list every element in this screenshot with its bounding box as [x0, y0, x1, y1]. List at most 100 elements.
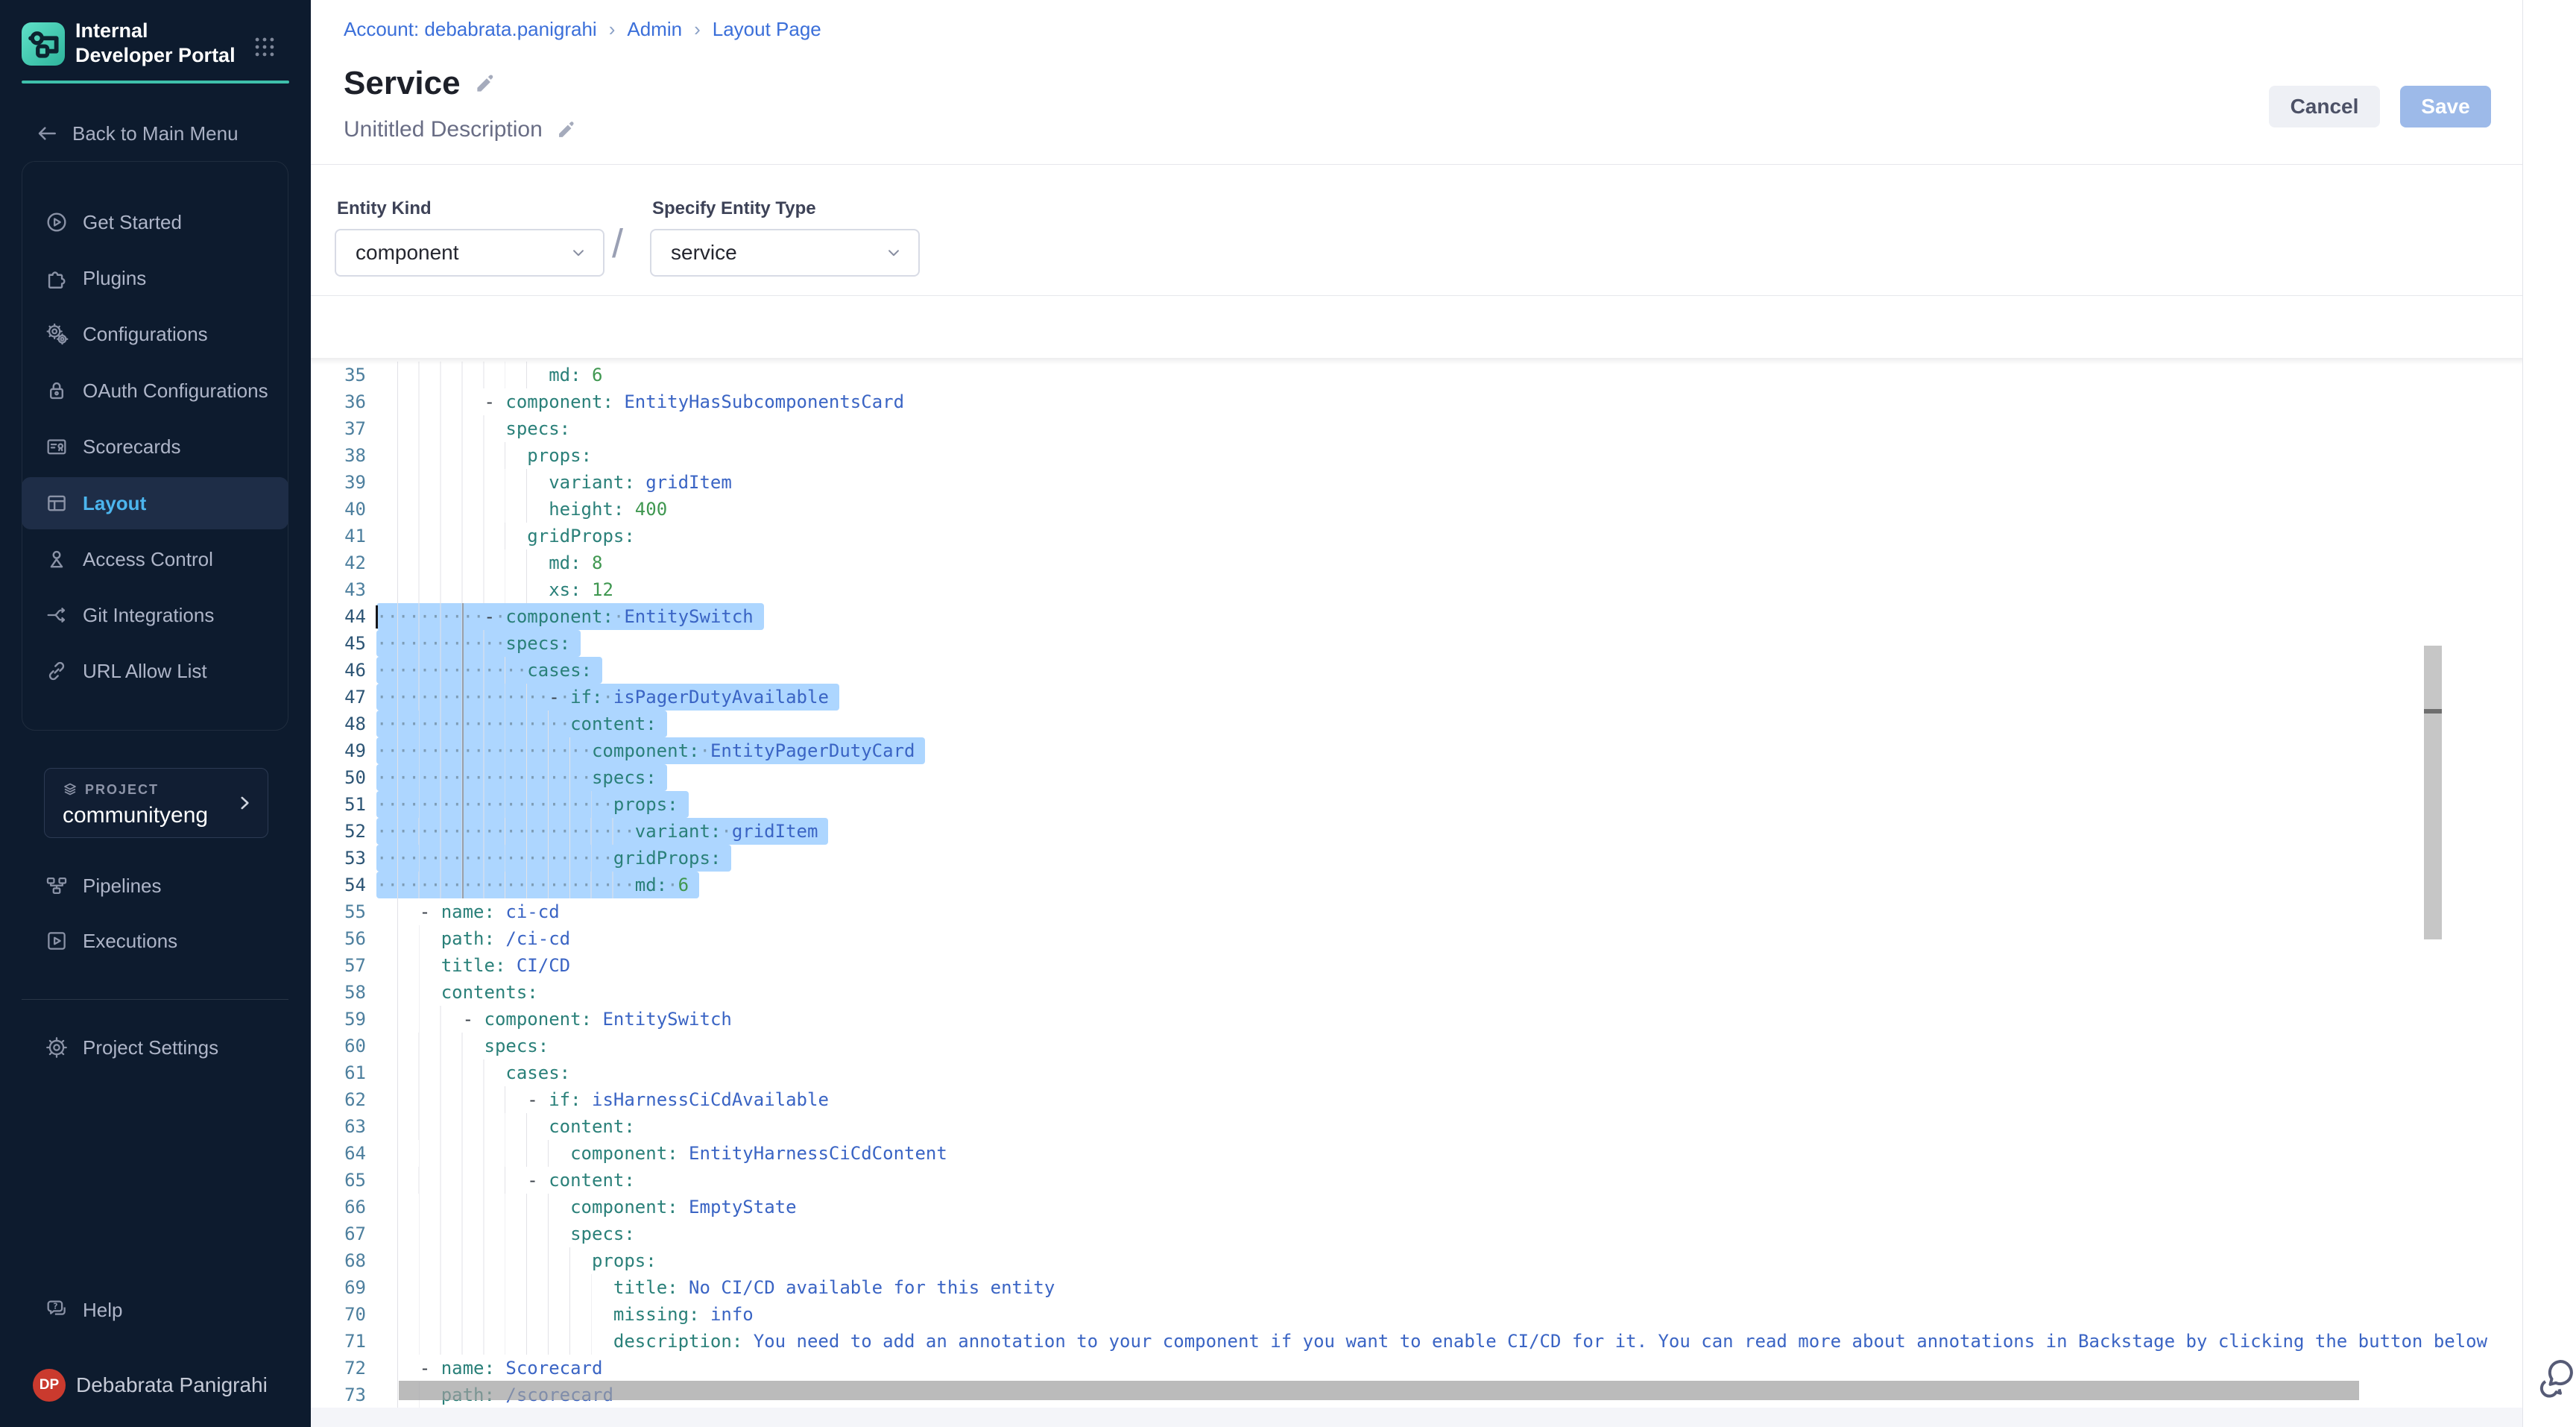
code-line[interactable]: 52························variant:·gridI…: [311, 818, 2522, 845]
edit-description-icon[interactable]: [556, 119, 577, 140]
line-number: 37: [311, 415, 366, 442]
lock-icon: [44, 378, 69, 403]
sidebar-item-label: Get Started: [83, 211, 182, 234]
code-line[interactable]: 43 xs: 12: [311, 576, 2522, 603]
sidebar-item-label: Layout: [83, 492, 146, 515]
sidebar-item-pipelines[interactable]: Pipelines: [22, 858, 288, 913]
code-line[interactable]: 61 cases:: [311, 1059, 2522, 1086]
code-line[interactable]: 44··········-·component:·EntitySwitch: [311, 603, 2522, 630]
code-line[interactable]: 53······················gridProps:: [311, 845, 2522, 872]
line-number: 45: [311, 630, 366, 657]
code-line[interactable]: 64 component: EntityHarnessCiCdContent: [311, 1140, 2522, 1167]
code-line[interactable]: 41 gridProps:: [311, 523, 2522, 549]
code-line[interactable]: 70 missing: info: [311, 1301, 2522, 1328]
code-line[interactable]: 37 specs:: [311, 415, 2522, 442]
sidebar-item-project-settings[interactable]: Project Settings: [22, 1020, 288, 1075]
vertical-scrollbar[interactable]: [2424, 646, 2442, 939]
project-selector[interactable]: PROJECT communityeng: [44, 768, 268, 838]
line-number: 55: [311, 898, 366, 925]
code-line[interactable]: 66 component: EmptyState: [311, 1194, 2522, 1220]
line-number: 43: [311, 576, 366, 603]
breadcrumb-admin[interactable]: Admin: [627, 18, 682, 41]
code-line[interactable]: 71 description: You need to add an annot…: [311, 1328, 2522, 1355]
code-line[interactable]: 35 md: 6: [311, 362, 2522, 388]
code-line[interactable]: 42 md: 8: [311, 549, 2522, 576]
arrow-left-icon: [35, 122, 59, 145]
line-number: 38: [311, 442, 366, 469]
line-number: 66: [311, 1194, 366, 1220]
sidebar-item-oauth-configurations[interactable]: OAuth Configurations: [22, 363, 288, 418]
sidebar: Internal Developer Portal Back to Main M…: [0, 0, 311, 1427]
panel-right-border: [2522, 0, 2523, 1427]
description-row: Unititled Description: [344, 116, 577, 143]
sidebar-item-access-control[interactable]: Access Control: [22, 532, 288, 587]
line-number: 65: [311, 1167, 366, 1194]
project-label: PROJECT: [85, 782, 159, 798]
code-line[interactable]: 45············specs:: [311, 630, 2522, 657]
sidebar-item-label: Project Settings: [83, 1036, 218, 1059]
layout-icon: [44, 491, 69, 516]
app-switcher-icon[interactable]: [252, 34, 277, 60]
code-line[interactable]: 57 title: CI/CD: [311, 952, 2522, 979]
horizontal-scrollbar[interactable]: [399, 1381, 2359, 1400]
code-line[interactable]: 46··············cases:: [311, 657, 2522, 684]
sidebar-item-configurations[interactable]: Configurations: [22, 306, 288, 362]
sidebar-item-url-allow-list[interactable]: URL Allow List: [22, 643, 288, 699]
harness-idp-logo-icon: [22, 22, 65, 66]
code-line[interactable]: 60 specs:: [311, 1033, 2522, 1059]
code-line[interactable]: 55 - name: ci-cd: [311, 898, 2522, 925]
sidebar-item-executions[interactable]: Executions: [22, 913, 288, 968]
main-content: Account: debabrata.panigrahi › Admin › L…: [311, 0, 2576, 1427]
code-line[interactable]: 58 contents:: [311, 979, 2522, 1006]
cancel-button[interactable]: Cancel: [2269, 86, 2380, 127]
code-line[interactable]: 54························md:·6: [311, 872, 2522, 898]
code-line[interactable]: 56 path: /ci-cd: [311, 925, 2522, 952]
breadcrumb-layout-page[interactable]: Layout Page: [713, 18, 821, 41]
code-line[interactable]: 49····················component:·EntityP…: [311, 737, 2522, 764]
sidebar-item-help[interactable]: ? Help: [22, 1282, 288, 1338]
code-line[interactable]: 36 - component: EntityHasSubcomponentsCa…: [311, 388, 2522, 415]
code-line[interactable]: 65 - content:: [311, 1167, 2522, 1194]
code-line[interactable]: 68 props:: [311, 1247, 2522, 1274]
sidebar-item-label: URL Allow List: [83, 660, 207, 683]
line-number: 68: [311, 1247, 366, 1274]
chevron-down-icon: [569, 243, 588, 262]
code-line[interactable]: 72 - name: Scorecard: [311, 1355, 2522, 1382]
code-line[interactable]: 69 title: No CI/CD available for this en…: [311, 1274, 2522, 1301]
sidebar-item-get-started[interactable]: Get Started: [22, 195, 288, 250]
sidebar-item-git-integrations[interactable]: Git Integrations: [22, 588, 288, 643]
support-chat-icon[interactable]: [2538, 1357, 2576, 1402]
code-line[interactable]: 47················-·if:·isPagerDutyAvail…: [311, 684, 2522, 711]
code-line[interactable]: 50····················specs:: [311, 764, 2522, 791]
code-line[interactable]: 59 - component: EntitySwitch: [311, 1006, 2522, 1033]
breadcrumb-separator-icon: ›: [694, 18, 701, 41]
code-line[interactable]: 51······················props:: [311, 791, 2522, 818]
sidebar-item-label: Plugins: [83, 267, 146, 290]
user-menu[interactable]: DP Debabrata Panigrahi: [22, 1367, 288, 1403]
header-divider: [311, 164, 2522, 165]
code-line[interactable]: 67 specs:: [311, 1220, 2522, 1247]
sidebar-item-plugins[interactable]: Plugins: [22, 251, 288, 306]
yaml-editor[interactable]: 35 md: 636 - component: EntityHasSubcomp…: [311, 358, 2522, 1408]
line-number: 51: [311, 791, 366, 818]
sidebar-item-layout[interactable]: Layout: [22, 477, 288, 529]
edit-title-icon[interactable]: [474, 72, 496, 95]
line-number: 62: [311, 1086, 366, 1113]
breadcrumb-account[interactable]: Account: debabrata.panigrahi: [344, 18, 597, 41]
save-button[interactable]: Save: [2400, 86, 2491, 127]
sidebar-item-scorecards[interactable]: Scorecards: [22, 419, 288, 474]
code-line[interactable]: 40 height: 400: [311, 496, 2522, 523]
code-line[interactable]: 48··················content:: [311, 711, 2522, 737]
line-number: 41: [311, 523, 366, 549]
code-line[interactable]: 38 props:: [311, 442, 2522, 469]
project-name: communityeng: [63, 803, 208, 828]
sidebar-item-label: Pipelines: [83, 875, 162, 898]
avatar: DP: [33, 1369, 66, 1402]
entity-type-select[interactable]: service: [650, 229, 920, 277]
code-line[interactable]: 39 variant: gridItem: [311, 469, 2522, 496]
app: { "sidebar": { "app_title": "Internal De…: [0, 0, 2576, 1427]
back-to-main-menu[interactable]: Back to Main Menu: [22, 116, 288, 151]
entity-kind-select[interactable]: component: [335, 229, 604, 277]
code-line[interactable]: 62 - if: isHarnessCiCdAvailable: [311, 1086, 2522, 1113]
code-line[interactable]: 63 content:: [311, 1113, 2522, 1140]
